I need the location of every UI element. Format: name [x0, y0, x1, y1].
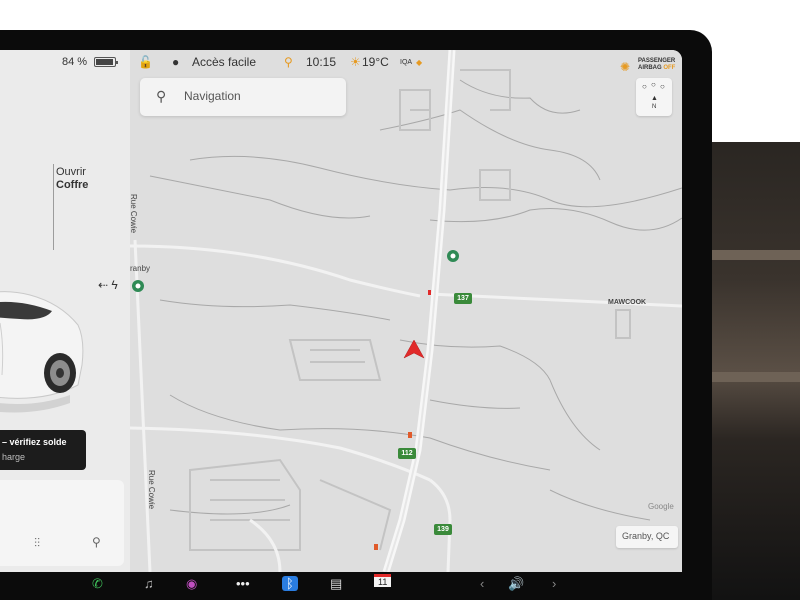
dashboard-trim: [712, 142, 800, 600]
dashboard-stripe: [712, 250, 800, 260]
clock: 10:15: [306, 55, 337, 69]
compass-north-label: N: [652, 104, 657, 110]
compass-dot-icon: ○: [660, 82, 665, 91]
town-label: ranby: [130, 264, 151, 273]
phone-icon[interactable]: ✆: [92, 576, 103, 592]
charge-bolt-icon: ⇠ ϟ: [98, 278, 118, 292]
controls-sliders-icon[interactable]: ⫶⫶: [34, 536, 40, 551]
camera-icon[interactable]: ◉: [186, 576, 197, 592]
airbag-line2: AIRBAG: [638, 65, 662, 71]
compass-dot-icon: ○: [651, 80, 656, 89]
location-chip[interactable]: Granby, QC: [616, 526, 678, 548]
car-image: [0, 291, 84, 413]
charge-alert-card[interactable]: – vérifiez solde harge: [0, 430, 86, 470]
notes-icon[interactable]: ▤: [330, 576, 342, 592]
touchscreen: 84 % Ouvrir Coffre ⇠ ϟ – vérifiez solde …: [0, 50, 682, 572]
volume-icon[interactable]: 🔊: [508, 576, 524, 592]
route-137-shield: 137: [454, 293, 472, 304]
map-orientation-button[interactable]: ○ ○ ○ ▲ N: [636, 78, 672, 116]
area-label: MAWCOOK: [608, 299, 647, 306]
calendar-icon[interactable]: 11: [374, 574, 392, 587]
bluetooth-icon[interactable]: ᛒ: [282, 576, 298, 591]
bottom-dock: ✆ ♫ ◉ ••• ᛒ ▤ 11 ‹ 🔊 ›: [0, 572, 712, 600]
more-icon[interactable]: •••: [236, 576, 250, 591]
location-label: Granby, QC: [622, 531, 670, 541]
sentry-icon: ⚲: [284, 55, 293, 69]
trunk-action-label: Ouvrir: [56, 166, 86, 178]
navigation-map[interactable]: ranby Rue Cowie Rue Cowie MAWCOOK 137 11…: [129, 50, 682, 572]
temperature: 19°C: [362, 55, 389, 69]
quick-controls-box: ⫶⫶ ⚲: [0, 480, 124, 566]
street-label: Rue Cowie: [147, 470, 156, 510]
lock-icon[interactable]: 🔓: [138, 55, 153, 69]
route-139-shield: 139: [434, 524, 452, 535]
airbag-line1: PASSENGER: [638, 58, 676, 64]
sun-icon: ☀: [350, 55, 361, 69]
music-icon[interactable]: ♫: [144, 576, 154, 591]
profile-name[interactable]: Accès facile: [192, 55, 256, 69]
battery-icon: [94, 57, 118, 67]
map-canvas[interactable]: [130, 50, 682, 572]
battery-percentage: 84 %: [62, 56, 88, 68]
street-label: Rue Cowie: [129, 194, 138, 234]
dashboard-stripe: [712, 372, 800, 382]
car-panel: 84 % Ouvrir Coffre ⇠ ϟ – vérifiez solde …: [0, 50, 130, 572]
search-icon[interactable]: ⚲: [92, 535, 101, 549]
charge-alert-subtitle: harge: [2, 452, 26, 462]
chevron-left-icon[interactable]: ‹: [480, 576, 484, 591]
passenger-airbag-indicator: ✺ PASSENGER AIRBAG OFF: [620, 56, 676, 80]
search-icon: ⚲: [156, 88, 167, 104]
airbag-state: OFF: [663, 65, 676, 71]
compass-dot-icon: ○: [642, 82, 647, 91]
trunk-name-label: Coffre: [56, 179, 89, 191]
profile-icon[interactable]: ●: [172, 55, 179, 69]
aqi-indicator-icon: ◆: [416, 58, 423, 67]
trunk-divider: [53, 164, 54, 250]
airbag-icon: ✺: [620, 60, 631, 74]
compass-north-icon: ▲: [651, 95, 658, 102]
map-attribution: Google: [648, 502, 674, 511]
status-bar: 🔓 ● Accès facile ⚲ 10:15 ☀ 19°C IQA ◆: [130, 50, 682, 74]
navigation-search[interactable]: ⚲ Navigation: [140, 78, 346, 116]
search-placeholder: Navigation: [184, 89, 241, 103]
chevron-right-icon[interactable]: ›: [552, 576, 556, 591]
route-112-shield: 112: [398, 448, 416, 459]
trunk-button[interactable]: Ouvrir Coffre: [56, 166, 88, 192]
charge-alert-title: – vérifiez solde: [2, 437, 67, 447]
aqi-label: IQA: [400, 59, 413, 66]
